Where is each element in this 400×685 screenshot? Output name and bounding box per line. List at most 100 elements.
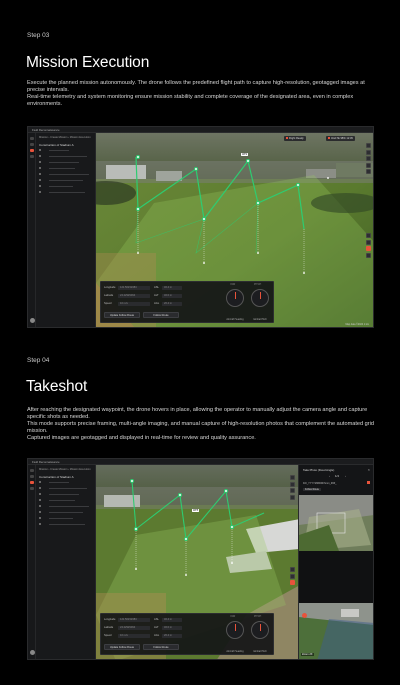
map-pin-icon[interactable] — [366, 162, 371, 168]
follow-route-button[interactable]: Follow Route — [143, 312, 179, 318]
telemetry-unit-value: 32.4 m — [164, 618, 172, 621]
ruler-icon[interactable] — [366, 156, 371, 161]
step-label: Step 04 — [27, 357, 50, 364]
home-icon[interactable] — [30, 137, 34, 140]
grid-icon[interactable] — [366, 169, 371, 174]
list-item[interactable] — [39, 481, 91, 484]
waypoint-label: WP2 — [241, 153, 249, 156]
settings-icon[interactable] — [30, 155, 34, 158]
breadcrumb: Mission › Create Mission › Mission Execu… — [39, 136, 91, 139]
layers-icon[interactable] — [366, 143, 371, 148]
zoom-in-icon[interactable] — [290, 567, 295, 572]
waypoint-marker[interactable] — [194, 167, 198, 171]
follow-route-button[interactable]: Follow Route — [143, 644, 179, 650]
waypoint-marker[interactable] — [136, 207, 140, 211]
telemetry-label: Latitude — [104, 294, 114, 297]
waypoint-marker[interactable] — [178, 493, 182, 497]
compass-icon[interactable] — [366, 252, 371, 258]
waypoint-marker[interactable] — [230, 525, 234, 529]
record-icon[interactable] — [366, 246, 371, 251]
telemetry-label: Speed — [104, 634, 112, 637]
list-item[interactable] — [39, 185, 91, 188]
execute-icon[interactable] — [30, 149, 34, 152]
waypoint-marker[interactable] — [130, 479, 134, 483]
breadcrumb-item[interactable]: Mission Execution — [70, 468, 91, 471]
dial-label: Aircraft Heading — [226, 650, 244, 653]
zoom-out-icon[interactable] — [366, 239, 371, 245]
description-line: Captured images are geotagged and displa… — [27, 435, 256, 442]
list-item[interactable] — [39, 511, 91, 514]
list-item[interactable] — [39, 155, 91, 158]
breadcrumb-item[interactable]: Create Mission — [50, 468, 67, 471]
zoom-out-icon[interactable] — [290, 573, 295, 579]
prev-icon[interactable]: ‹ — [329, 474, 330, 478]
connection-status-badge: 4G/LTE 98% 12:45 — [326, 136, 355, 141]
breadcrumb-item[interactable]: Mission — [39, 468, 48, 471]
waypoint-marker[interactable] — [184, 537, 188, 541]
dial-title: YAW — [230, 283, 236, 286]
list-item[interactable] — [39, 173, 91, 176]
list-item[interactable] — [39, 191, 91, 194]
takeshot-panel: Take Photo (Fixed Angle) × ‹ 1/4 › DJI_Y… — [298, 465, 373, 659]
mission-icon[interactable] — [30, 143, 34, 146]
app-screenshot: Field Reconnaissance Mission › Create Mi… — [27, 458, 374, 660]
list-item[interactable] — [39, 179, 91, 182]
breadcrumb-item[interactable]: Create Mission — [50, 136, 67, 139]
list-item[interactable] — [39, 167, 91, 170]
waypoint-marker[interactable] — [296, 183, 300, 187]
mission-icon[interactable] — [30, 475, 34, 478]
map-view[interactable]: WP2 Flight Ready 4G/LTE 98% 12:45 Longit… — [96, 133, 373, 327]
next-icon[interactable]: › — [345, 474, 346, 478]
photo-preview — [299, 495, 373, 551]
description-line: Execute the planned mission autonomously… — [27, 80, 365, 94]
section-title: Takeshot — [26, 378, 88, 395]
waypoint-marker[interactable] — [246, 159, 250, 163]
waypoint-marker[interactable] — [256, 201, 260, 205]
avatar[interactable] — [29, 318, 35, 323]
telemetry-panel: Longitude 121.50232384 ASL 32.4 m Latitu… — [100, 613, 274, 655]
breadcrumb-item[interactable]: Mission — [39, 136, 48, 139]
telemetry-unit-label: AGL — [154, 634, 160, 637]
ruler-icon[interactable] — [290, 488, 295, 493]
update-route-button[interactable]: Update Follow Route — [104, 312, 140, 318]
map-view[interactable]: WP5 Longitude 121.50232384 ASL 32.4 m La… — [96, 465, 298, 659]
heading-dial — [226, 289, 244, 307]
list-item[interactable] — [39, 149, 91, 152]
target-icon[interactable] — [290, 481, 295, 487]
telemetry-row: Longitude 121.50232384 ASL 32.4 m — [104, 285, 182, 291]
close-icon[interactable]: × — [368, 467, 370, 472]
list-item[interactable] — [39, 499, 91, 502]
waypoint-marker[interactable] — [134, 527, 138, 531]
record-icon[interactable] — [290, 580, 295, 585]
avatar[interactable] — [29, 650, 35, 655]
list-item[interactable] — [39, 493, 91, 496]
layers-icon[interactable] — [290, 475, 295, 480]
telemetry-unit-value: 26.4 m — [164, 302, 172, 305]
list-item[interactable] — [39, 517, 91, 520]
map-pin-icon[interactable] — [290, 494, 295, 500]
waypoint-marker[interactable] — [224, 489, 228, 493]
home-icon[interactable] — [30, 469, 34, 472]
update-route-button[interactable]: Update Follow Route — [104, 644, 140, 650]
waypoint-marker[interactable] — [136, 155, 140, 159]
list-item[interactable] — [39, 505, 91, 508]
list-item[interactable] — [39, 161, 91, 164]
capture-button[interactable] — [302, 613, 307, 618]
target-icon[interactable] — [366, 149, 371, 155]
route-tag[interactable]: Follow Route — [303, 488, 321, 491]
zoom-in-icon[interactable] — [366, 233, 371, 238]
waypoint-marker[interactable] — [202, 217, 206, 221]
list-item[interactable] — [39, 487, 91, 490]
project-title: Construction of Stadium A — [39, 475, 74, 479]
breadcrumb-item[interactable]: Mission Execution — [70, 136, 91, 139]
photo-filename: DJI_YYYYMMDDhhmm_###_ — [303, 482, 337, 485]
edit-icon[interactable] — [367, 481, 370, 484]
zoom-label[interactable]: Zoom 2X — [301, 653, 314, 656]
telemetry-unit-value: 32.4 m — [164, 286, 172, 289]
settings-icon[interactable] — [30, 487, 34, 490]
zoom-controls — [366, 233, 371, 259]
list-item[interactable] — [39, 523, 91, 526]
ground-point — [327, 177, 329, 179]
dial-label: Gimbal Pitch — [253, 650, 267, 653]
execute-icon[interactable] — [30, 481, 34, 484]
